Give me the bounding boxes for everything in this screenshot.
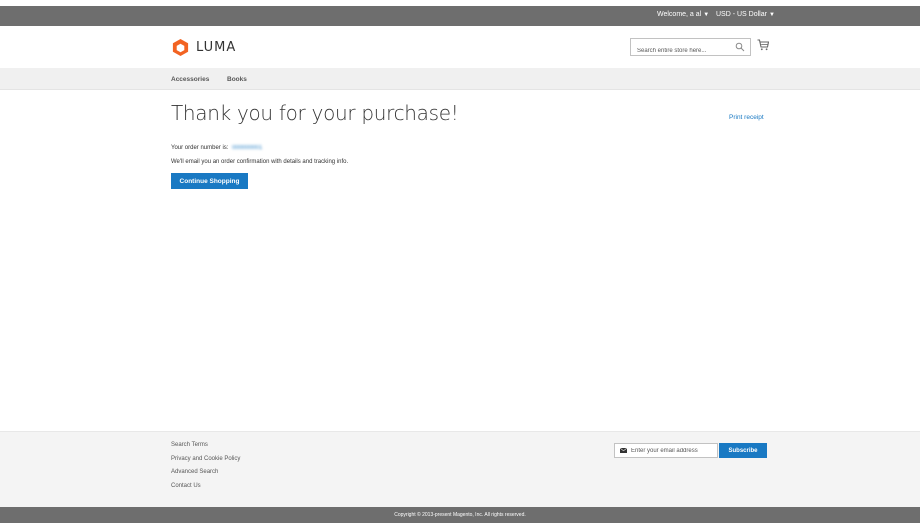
chevron-down-icon: ▼ bbox=[703, 12, 710, 18]
luma-logo[interactable]: LUMA bbox=[171, 38, 236, 57]
footer-link-advanced-search[interactable]: Advanced Search bbox=[171, 469, 218, 475]
search-box bbox=[630, 38, 751, 59]
logo-text: LUMA bbox=[196, 40, 237, 55]
footer-link-search-terms[interactable]: Search Terms bbox=[171, 442, 208, 448]
newsletter-email-input[interactable] bbox=[631, 444, 717, 457]
copyright-bar: Copyright © 2013-present Magento, Inc. A… bbox=[0, 507, 920, 523]
logo-icon bbox=[172, 38, 189, 57]
search-icon[interactable] bbox=[735, 42, 745, 52]
footer-link-contact-us[interactable]: Contact Us bbox=[171, 483, 201, 489]
order-number-link[interactable]: 000000001 bbox=[232, 145, 262, 151]
welcome-message[interactable]: Welcome, a al ▼ bbox=[657, 11, 709, 18]
order-number-label: Your order number is: bbox=[171, 145, 229, 151]
currency-switcher[interactable]: USD - US Dollar ▼ bbox=[716, 11, 775, 18]
page-title: Thank you for your purchase! bbox=[171, 101, 459, 125]
site-header: LUMA bbox=[0, 26, 920, 68]
site-footer: Search Terms Privacy and Cookie Policy A… bbox=[0, 431, 920, 507]
envelope-icon bbox=[620, 448, 627, 453]
nav-item-accessories[interactable]: Accessories bbox=[171, 76, 209, 83]
nav-item-books[interactable]: Books bbox=[227, 76, 247, 83]
welcome-text: Welcome, a al bbox=[657, 11, 702, 18]
footer-link-privacy-policy[interactable]: Privacy and Cookie Policy bbox=[171, 456, 240, 462]
search-input[interactable] bbox=[631, 43, 731, 59]
cart-icon[interactable] bbox=[757, 39, 769, 51]
chevron-down-icon: ▼ bbox=[768, 12, 775, 18]
print-receipt-link[interactable]: Print receipt bbox=[729, 114, 764, 121]
main-navigation: Accessories Books bbox=[0, 68, 920, 90]
currency-text: USD - US Dollar bbox=[716, 11, 767, 18]
newsletter-box bbox=[614, 443, 718, 458]
copyright-text: Copyright © 2013-present Magento, Inc. A… bbox=[394, 512, 526, 518]
confirmation-message: We'll email you an order confirmation wi… bbox=[171, 159, 349, 165]
continue-shopping-button[interactable]: Continue Shopping bbox=[171, 173, 248, 189]
subscribe-button[interactable]: Subscribe bbox=[719, 443, 767, 458]
order-number-line: Your order number is: 000000001 bbox=[171, 145, 262, 151]
header-panel: Welcome, a al ▼ USD - US Dollar ▼ bbox=[0, 6, 920, 26]
